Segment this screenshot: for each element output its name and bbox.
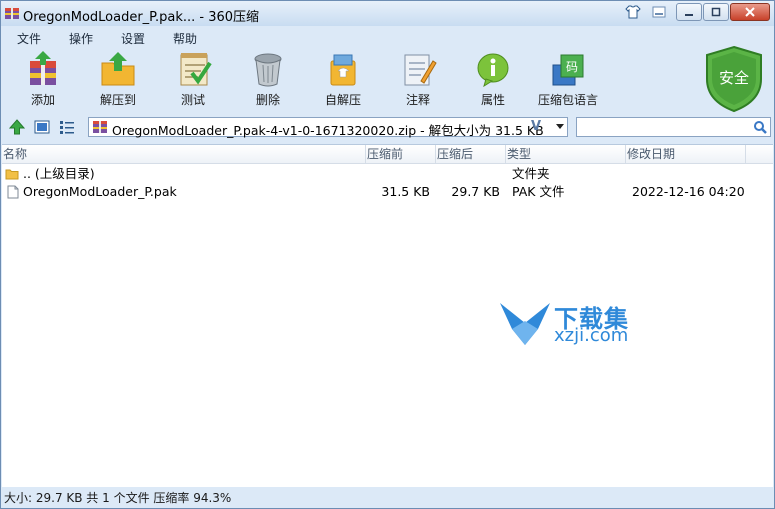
watermark: 下载集 xzji.com [498, 301, 648, 349]
list-item-parent-dir[interactable]: .. (上级目录) 文件夹 [2, 165, 773, 183]
menu-operation[interactable]: 操作 [69, 30, 93, 47]
thumbnail-view-icon[interactable] [33, 118, 51, 136]
app-logo-icon [5, 6, 19, 20]
column-modified[interactable]: 修改日期 [626, 145, 746, 163]
archive-language-label: 压缩包语言 [537, 93, 598, 107]
add-label: 添加 [30, 93, 55, 107]
close-button[interactable] [730, 3, 770, 21]
archive-file-icon [93, 121, 107, 133]
comment-notepad-icon [404, 54, 437, 86]
file-packed-size [436, 165, 500, 183]
self-extract-label: 自解压 [324, 93, 361, 107]
path-combobox[interactable]: OregonModLoader_P.pak-4-v1-0-1671320020.… [88, 117, 568, 138]
properties-label: 属性 [480, 93, 505, 107]
archive-language-icon: 码 [552, 54, 584, 86]
delete-label: 删除 [255, 93, 280, 107]
file-name: .. (上级目录) [23, 166, 95, 181]
column-type[interactable]: 类型 [506, 145, 626, 163]
security-badge-text: 安全 [719, 69, 749, 87]
test-checklist-icon [180, 53, 212, 86]
file-type: PAK 文件 [512, 184, 565, 199]
menu-icon[interactable] [649, 3, 669, 21]
test-button[interactable]: 测试 [160, 51, 226, 111]
app-window: OregonModLoader_P.pak... - 360压缩 文件 操作 设… [0, 0, 775, 509]
title-bar: OregonModLoader_P.pak... - 360压缩 [1, 1, 774, 26]
file-name: OregonModLoader_P.pak [23, 184, 177, 199]
menu-bar: 文件 操作 设置 帮助 [1, 27, 774, 47]
search-icon[interactable] [753, 120, 767, 134]
path-dropdown-arrow-icon[interactable] [556, 124, 564, 129]
file-list: 名称 压缩前 压缩后 类型 修改日期 .. (上级目录) 文件夹 OregonM… [2, 144, 773, 487]
file-type: 文件夹 [512, 166, 550, 181]
address-row: OregonModLoader_P.pak-4-v1-0-1671320020.… [1, 115, 774, 141]
file-icon [7, 185, 19, 199]
list-item-file[interactable]: OregonModLoader_P.pak 31.5 KB 29.7 KB PA… [2, 183, 773, 201]
comment-label: 注释 [405, 93, 430, 107]
properties-button[interactable]: 属性 [460, 51, 526, 111]
extract-folder-icon [101, 52, 135, 86]
column-packed[interactable]: 压缩后 [436, 145, 506, 163]
folder-icon [5, 169, 19, 180]
list-header: 名称 压缩前 压缩后 类型 修改日期 [2, 145, 773, 164]
trash-bin-icon [254, 53, 282, 87]
toolbar: 添加 解压到 测试 删除 自解压 注释 属性 码 压缩包语言 [1, 47, 774, 115]
minimize-button[interactable] [676, 3, 702, 21]
menu-help[interactable]: 帮助 [173, 30, 197, 47]
test-label: 测试 [180, 93, 205, 107]
svg-text:码: 码 [566, 60, 578, 74]
security-shield-icon[interactable]: 安全 [704, 45, 764, 113]
file-modified: 2022-12-16 04:20 [632, 184, 745, 199]
menu-file[interactable]: 文件 [17, 30, 41, 47]
detail-view-icon[interactable] [58, 118, 76, 136]
version-mark[interactable]: V [531, 119, 541, 134]
self-extract-icon [330, 54, 356, 86]
status-text: 大小: 29.7 KB 共 1 个文件 压缩率 94.3% [4, 491, 232, 505]
comment-button[interactable]: 注释 [385, 51, 451, 111]
file-size [366, 165, 430, 183]
add-archive-icon [30, 51, 56, 85]
delete-button[interactable]: 删除 [235, 51, 301, 111]
shirt-skin-icon[interactable] [623, 3, 643, 21]
column-name[interactable]: 名称 [2, 145, 366, 163]
archive-path-text: OregonModLoader_P.pak-4-v1-0-1671320020.… [112, 123, 544, 138]
status-bar: 大小: 29.7 KB 共 1 个文件 压缩率 94.3% [1, 487, 774, 508]
extract-to-button[interactable]: 解压到 [85, 51, 151, 111]
self-extract-button[interactable]: 自解压 [310, 51, 376, 111]
file-size: 31.5 KB [381, 184, 430, 199]
up-arrow-icon[interactable] [8, 118, 26, 136]
extract-to-label: 解压到 [99, 93, 136, 107]
column-size[interactable]: 压缩前 [366, 145, 436, 163]
menu-settings[interactable]: 设置 [121, 30, 145, 47]
maximize-button[interactable] [703, 3, 729, 21]
search-input[interactable] [576, 117, 771, 137]
file-packed-size: 29.7 KB [451, 184, 500, 199]
window-title: OregonModLoader_P.pak... - 360压缩 [23, 10, 260, 25]
watermark-domain: xzji.com [554, 325, 629, 346]
watermark-arrow-icon [500, 303, 550, 345]
add-button[interactable]: 添加 [10, 51, 76, 111]
info-icon [477, 53, 509, 87]
archive-language-button[interactable]: 码 压缩包语言 [535, 51, 601, 111]
